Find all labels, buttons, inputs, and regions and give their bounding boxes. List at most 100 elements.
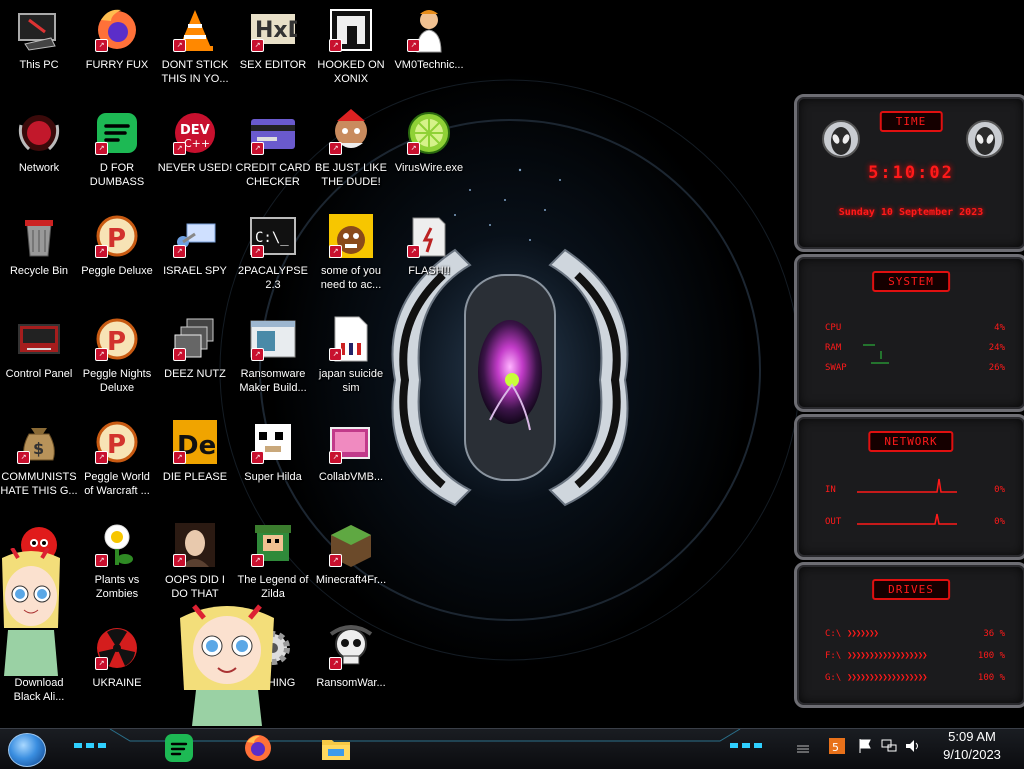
desktop-icon-label: BE JUST LIKE THE DUDE! <box>315 162 387 188</box>
widget-date: Sunday 10 September 2023 <box>838 207 984 218</box>
desktop-icon-radiation[interactable]: ↗ UKRAINE <box>78 618 156 718</box>
action-center-flag-icon[interactable] <box>856 737 874 755</box>
desktop-icon-label: Minecraft4Fr... <box>315 574 387 586</box>
credit-card-icon: ↗ <box>249 109 297 157</box>
desktop-icon-label: CREDIT CARD CHECKER <box>235 162 311 188</box>
network-icon <box>15 109 63 157</box>
time-header: TIME <box>879 111 943 132</box>
shortcut-arrow-icon: ↗ <box>95 451 108 464</box>
desktop-icon-label: SEX EDITOR <box>239 59 307 71</box>
desktop-icon-peggle[interactable]: P ↗ Peggle Nights Deluxe <box>78 309 156 409</box>
desktop-icon-lime[interactable]: ↗ VirusWire.exe <box>390 103 468 203</box>
shortcut-arrow-icon: ↗ <box>329 348 342 361</box>
desktop-icon-spotify-like[interactable]: ↗ D FOR DUMBASS <box>78 103 156 203</box>
svg-text:C++: C++ <box>184 137 210 150</box>
desktop-icon-label: japan suicide sim <box>318 368 384 394</box>
flash-icon: ↗ <box>405 212 453 260</box>
desktop-icon-devcpp[interactable]: DEV C++ ↗ NEVER USED! <box>156 103 234 203</box>
shortcut-arrow-icon: ↗ <box>95 39 108 52</box>
start-button[interactable] <box>8 733 46 767</box>
firefox-icon: ↗ <box>93 6 141 54</box>
desktop-icon-peggle[interactable]: P ↗ Peggle World of Warcraft ... <box>78 412 156 512</box>
firefox-icon <box>245 735 271 761</box>
desktop-icon-de[interactable]: De ↗ DIE PLEASE <box>156 412 234 512</box>
collab-icon: ↗ <box>327 418 375 466</box>
pvz-icon: ↗ <box>93 521 141 569</box>
desktop-icon-label: NEVER USED! <box>157 162 233 174</box>
swap-row: SWAP 26% <box>825 363 1005 373</box>
widget-clock: 5:10:02 <box>868 163 954 183</box>
spy-icon: ↗ <box>171 212 219 260</box>
desktop-icon-minecraft[interactable]: ↗ Minecraft4Fr... <box>312 515 390 615</box>
desktop-icon-network[interactable]: Network <box>0 103 78 203</box>
shortcut-arrow-icon: ↗ <box>251 554 264 567</box>
desktop-icon-technician[interactable]: ↗ VM0Technic... <box>390 0 468 100</box>
shortcut-arrow-icon: ↗ <box>173 245 186 258</box>
desktop-icon-flash[interactable]: ↗ FLASH!! <box>390 206 468 306</box>
shortcut-arrow-icon: ↗ <box>173 142 186 155</box>
system-panel: SYSTEM CPU 4% RAM 24% SWAP 26% <box>794 254 1024 412</box>
svg-text:5: 5 <box>832 741 839 754</box>
shortcut-arrow-icon: ↗ <box>251 142 264 155</box>
desktop-icon-this-pc[interactable]: This PC <box>0 0 78 100</box>
desktop-icon-doc[interactable]: ↗ japan suicide sim <box>312 309 390 409</box>
taskbar-clock[interactable]: 5:09 AM 9/10/2023 <box>930 728 1014 768</box>
desktop-icon-pixel-cat[interactable]: ↗ Super Hilda <box>234 412 312 512</box>
minecraft-icon: ↗ <box>327 521 375 569</box>
shortcut-arrow-icon: ↗ <box>95 348 108 361</box>
bear-icon: ↗ <box>327 212 375 260</box>
desktop-icon-bear[interactable]: ↗ some of you need to ac... <box>312 206 390 306</box>
spotify-like-icon: ↗ <box>93 109 141 157</box>
desktop-icon-label: Recycle Bin <box>9 265 69 277</box>
taskbar-spotify-button[interactable] <box>163 733 195 763</box>
shortcut-arrow-icon: ↗ <box>173 554 186 567</box>
shortcut-arrow-icon: ↗ <box>173 348 186 361</box>
desktop-icon-money-bag[interactable]: $ ↗ COMMUNISTS HATE THIS G... <box>0 412 78 512</box>
desktop-icon-elf[interactable]: ↗ BE JUST LIKE THE DUDE! <box>312 103 390 203</box>
radiation-icon: ↗ <box>93 624 141 672</box>
taskbar-firefox-button[interactable] <box>242 733 274 763</box>
desktop-icon-credit-card[interactable]: ↗ CREDIT CARD CHECKER <box>234 103 312 203</box>
desktop-icon-hxd[interactable]: HxD ↗ SEX EDITOR <box>234 0 312 100</box>
desktop-icon-windows-stack[interactable]: ↗ DEEZ NUTZ <box>156 309 234 409</box>
desktop-icon-vlc[interactable]: ↗ DONT STICK THIS IN YO... <box>156 0 234 100</box>
desktop-icon-peggle[interactable]: P ↗ Peggle Deluxe <box>78 206 156 306</box>
desktop-icon-recycle-bin[interactable]: Recycle Bin <box>0 206 78 306</box>
windows-stack-icon: ↗ <box>171 315 219 363</box>
drive-c-row: C:\ ❯❯❯❯❯❯❯ 36 % <box>825 629 1005 639</box>
desktop-icon-terminal[interactable]: C:\_ ↗ 2PACALYPSE 2.3 <box>234 206 312 306</box>
shortcut-arrow-icon: ↗ <box>95 142 108 155</box>
volume-icon[interactable] <box>904 737 922 755</box>
desktop-icon-xonix[interactable]: ↗ HOOKED ON XONIX <box>312 0 390 100</box>
drive-g-row: G:\ ❯❯❯❯❯❯❯❯❯❯❯❯❯❯❯❯❯❯ 100 % <box>825 673 1005 683</box>
system-header: SYSTEM <box>872 271 950 292</box>
ram-row: RAM 24% <box>825 343 1005 353</box>
network-status-icon[interactable] <box>880 737 898 755</box>
desktop-icon-label: RansomWar... <box>316 677 386 689</box>
shortcut-arrow-icon: ↗ <box>407 39 420 52</box>
alien-logo-icon <box>822 120 860 158</box>
desktop-icon-label: HOOKED ON XONIX <box>317 59 385 85</box>
desktop-icon-label: VM0Technic... <box>394 59 464 71</box>
desktop-icon-firefox[interactable]: ↗ FURRY FUX <box>78 0 156 100</box>
desktop-icon-label: Super Hilda <box>244 471 302 483</box>
desktop-icon-label: D FOR DUMBASS <box>89 162 145 188</box>
desktop-icon-skull[interactable]: ↗ RansomWar... <box>312 618 390 718</box>
desktop-icon-spy[interactable]: ↗ ISRAEL SPY <box>156 206 234 306</box>
this-pc-icon <box>15 6 63 54</box>
desktop-icon-label: Network <box>18 162 60 174</box>
window-app-icon: ↗ <box>249 315 297 363</box>
desktop-icon-collab[interactable]: ↗ CollabVMB... <box>312 412 390 512</box>
svg-text:DEV: DEV <box>180 123 210 138</box>
chevron-up-icon[interactable] <box>794 737 812 755</box>
money-bag-icon: $ ↗ <box>15 418 63 466</box>
desktop-icon-pvz[interactable]: ↗ Plants vs Zombies <box>78 515 156 615</box>
desktop-icon-label: FLASH!! <box>408 265 450 277</box>
shortcut-arrow-icon: ↗ <box>95 554 108 567</box>
taskbar-file-explorer-button[interactable] <box>320 733 352 763</box>
zilda-icon: ↗ <box>249 521 297 569</box>
desktop-icon-window-app[interactable]: ↗ Ransomware Maker Build... <box>234 309 312 409</box>
desktop-icon-label: Download Black Ali... <box>13 677 65 703</box>
ms-office-icon[interactable]: 5 <box>828 737 846 755</box>
desktop-icon-control-panel[interactable]: Control Panel <box>0 309 78 409</box>
